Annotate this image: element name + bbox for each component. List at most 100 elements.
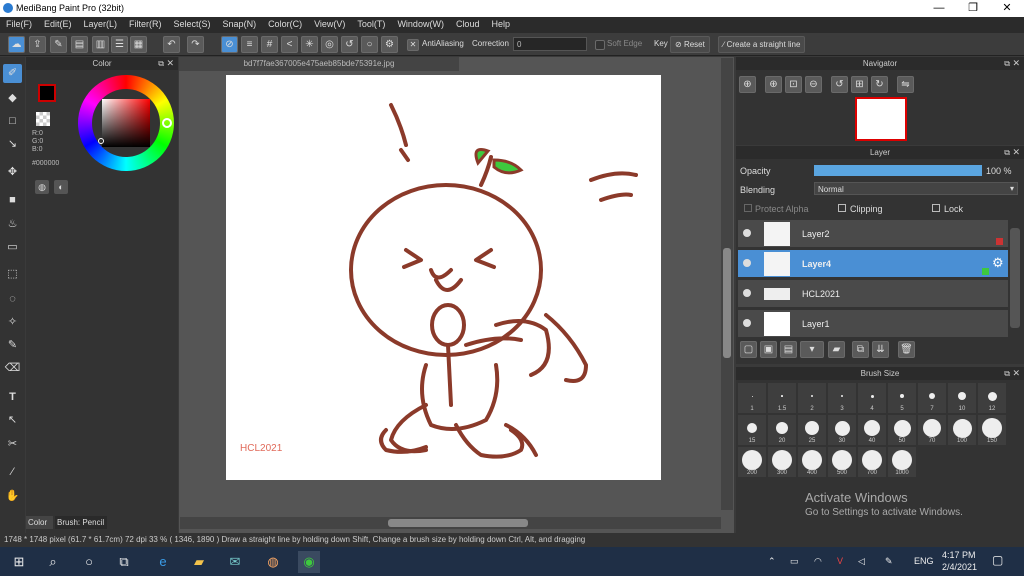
popout-icon[interactable]: ⧉ (1004, 146, 1010, 159)
snap-radial-icon[interactable]: ✳ (301, 36, 318, 53)
layer-options-icon[interactable]: ▾ (800, 341, 824, 358)
brush-size-option[interactable]: 12 (978, 383, 1006, 413)
list-icon[interactable]: ☰ (111, 36, 128, 53)
minimize-button[interactable]: — (922, 0, 956, 17)
close-icon[interactable]: ✕ (1012, 367, 1020, 380)
maximize-button[interactable]: ❐ (956, 0, 990, 17)
menu-window[interactable]: Window(W) (391, 17, 450, 33)
lasso-icon[interactable]: ◌ (3, 290, 22, 309)
zoom-in-icon[interactable]: ⊕ (765, 76, 782, 93)
duplicate-layer-icon[interactable]: ⧉ (852, 341, 869, 358)
volume-icon[interactable]: ◁ (858, 556, 865, 567)
lock-checkbox[interactable] (932, 204, 940, 212)
menu-help[interactable]: Help (485, 17, 516, 33)
cortana-icon[interactable]: ○ (78, 551, 100, 573)
hand-tool-icon[interactable]: ✋ (3, 487, 22, 506)
document-icon[interactable]: ▥ (92, 36, 109, 53)
zoom-out-icon[interactable]: ⊖ (805, 76, 822, 93)
brush-size-option[interactable]: 300 (768, 447, 796, 477)
brush-size-option[interactable]: 50 (888, 415, 916, 445)
undo-icon[interactable]: ↶ (163, 36, 180, 53)
comment-icon[interactable]: ✎ (50, 36, 67, 53)
opacity-slider[interactable] (814, 165, 982, 176)
brush-size-option[interactable]: 20 (768, 415, 796, 445)
text-tool-icon[interactable]: T (3, 388, 22, 407)
bucket-tool-icon[interactable]: ♨ (3, 215, 22, 234)
language-indicator[interactable]: ENG (914, 556, 934, 566)
paint-app-icon[interactable]: ◍ (262, 551, 284, 573)
operation-tool-icon[interactable]: ↖ (3, 411, 22, 430)
rotate-right-icon[interactable]: ↻ (871, 76, 888, 93)
rotate-reset-icon[interactable]: ⊞ (851, 76, 868, 93)
new-halftone-layer-icon[interactable]: ▣ (760, 341, 777, 358)
brush-tool-icon[interactable]: ✐ (3, 64, 22, 83)
flip-icon[interactable]: ⇋ (897, 76, 914, 93)
correction-select[interactable]: 0 (513, 37, 587, 51)
brush-size-option[interactable]: 4 (858, 383, 886, 413)
drawing-canvas[interactable]: HCL2021 (226, 75, 661, 480)
zoom-fit-icon[interactable]: ⊕ (739, 76, 756, 93)
navigator-preview[interactable] (855, 97, 907, 141)
snap-vanish-icon[interactable]: < (281, 36, 298, 53)
v-app-icon[interactable]: V (837, 556, 843, 566)
brush-size-option[interactable]: 25 (798, 415, 826, 445)
brush-size-option[interactable]: 150 (978, 415, 1006, 445)
mail-icon[interactable]: ✉ (224, 551, 246, 573)
menu-color[interactable]: Color(C) (262, 17, 308, 33)
magic-wand-icon[interactable]: ✧ (3, 313, 22, 332)
close-icon[interactable]: ✕ (166, 57, 174, 70)
merge-layer-icon[interactable]: ⇊ (872, 341, 889, 358)
palette-add-icon[interactable]: ◐ (54, 180, 68, 194)
brush-size-option[interactable]: 400 (798, 447, 826, 477)
wifi-icon[interactable]: ◠ (814, 556, 822, 567)
menu-file[interactable]: File(F) (0, 17, 38, 33)
brush-size-option[interactable]: 700 (858, 447, 886, 477)
layer-row-selected[interactable]: Layer4 ⚙ (738, 250, 1008, 278)
menu-tool[interactable]: Tool(T) (351, 17, 391, 33)
eyedropper-icon[interactable]: ⁄ (3, 463, 22, 482)
popout-icon[interactable]: ⧉ (1004, 367, 1010, 380)
vertical-scrollbar[interactable] (721, 58, 733, 510)
horizontal-scrollbar[interactable] (180, 517, 721, 529)
brush-size-option[interactable]: 100 (948, 415, 976, 445)
line-tool-icon[interactable]: ↘ (3, 135, 22, 154)
antialiasing-checkbox[interactable]: ✕ (407, 39, 419, 51)
brush-size-option[interactable]: 70 (918, 415, 946, 445)
brush-size-option[interactable]: 40 (858, 415, 886, 445)
snap-parallel-icon[interactable]: ≡ (241, 36, 258, 53)
layer-row[interactable]: Layer2 (738, 220, 1008, 248)
brush-size-option[interactable]: 500 (828, 447, 856, 477)
snap-settings-icon[interactable]: ⚙ (381, 36, 398, 53)
popout-icon[interactable]: ⧉ (158, 57, 164, 70)
hue-picker[interactable] (162, 118, 172, 128)
move-tool-icon[interactable]: ✥ (3, 163, 22, 182)
popout-icon[interactable]: ⧉ (1004, 57, 1010, 70)
chat-icon[interactable]: ▤ (71, 36, 88, 53)
tray-expand-icon[interactable]: ⌃ (768, 556, 776, 567)
menu-snap[interactable]: Snap(N) (217, 17, 263, 33)
saturation-value-square[interactable] (102, 99, 150, 147)
redo-icon[interactable]: ↷ (187, 36, 204, 53)
rotate-left-icon[interactable]: ↺ (831, 76, 848, 93)
new-1bit-layer-icon[interactable]: ▤ (780, 341, 797, 358)
horizontal-scroll-thumb[interactable] (388, 519, 528, 527)
vertical-scroll-thumb[interactable] (723, 248, 731, 358)
brush-size-option[interactable]: 1 (738, 383, 766, 413)
clock-date[interactable]: 2/4/2021 (942, 562, 977, 572)
select-eraser-icon[interactable]: ⌫ (3, 359, 22, 378)
menu-view[interactable]: View(V) (308, 17, 351, 33)
snap-grid-icon[interactable]: # (261, 36, 278, 53)
brush-size-option[interactable]: 5 (888, 383, 916, 413)
file-explorer-icon[interactable]: ▰ (188, 551, 210, 573)
notification-icon[interactable]: ▢ (992, 553, 1003, 567)
search-icon[interactable]: ⌕ (42, 551, 64, 573)
snap-curve-icon[interactable]: ↺ (341, 36, 358, 53)
dot-tool-icon[interactable]: □ (3, 112, 22, 131)
visibility-icon[interactable] (743, 319, 751, 327)
brush-size-option[interactable]: 200 (738, 447, 766, 477)
brush-size-option[interactable]: 30 (828, 415, 856, 445)
clipping-checkbox[interactable] (838, 204, 846, 212)
soft-edge-checkbox[interactable] (595, 40, 605, 50)
gear-icon[interactable]: ⚙ (992, 255, 1004, 271)
straight-line-button[interactable]: ∕ Create a straight line (718, 36, 806, 53)
